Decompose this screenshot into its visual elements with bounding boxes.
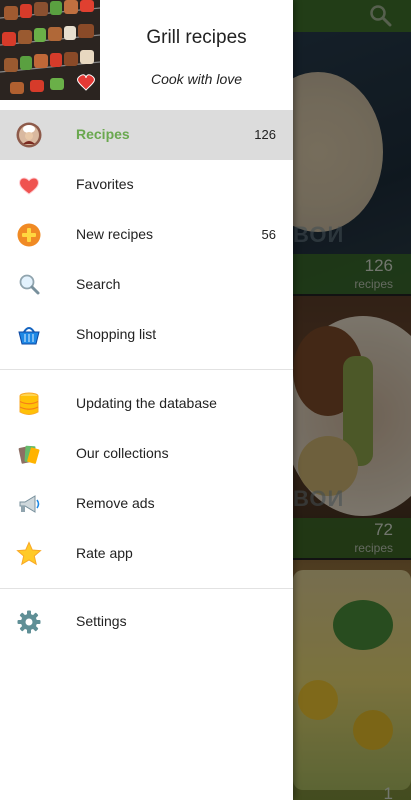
menu-item-count: 56 [261,227,276,242]
menu-item-remove-ads[interactable]: Remove ads [0,479,293,529]
menu-item-label: Recipes [76,126,130,142]
database-icon [19,392,39,415]
basket-icon [18,327,40,345]
menu-item-count: 126 [254,127,276,142]
menu-item-label: Settings [76,613,127,629]
menu-item-label: Our collections [76,445,169,461]
menu-item-label: Search [76,276,121,292]
header-image [0,0,100,100]
menu-divider [0,588,293,589]
menu-item-search[interactable]: Search [0,260,293,310]
megaphone-icon [19,495,40,513]
plus-circle-icon [17,223,41,247]
drawer-header: Grill recipes Cook with love [0,0,293,104]
collections-icon [18,445,40,464]
app-subtitle: Cook with love [150,71,243,87]
menu-item-label: Updating the database [76,395,217,411]
navigation-drawer: Grill recipes Cook with love Recipes 126… [0,0,293,800]
menu-item-label: Favorites [76,176,134,192]
menu-item-new-recipes[interactable]: New recipes 56 [0,210,293,260]
menu-item-label: Shopping list [76,326,157,342]
menu-item-label: Remove ads [76,495,155,511]
menu-item-shopping-list[interactable]: Shopping list [0,310,293,360]
menu-item-label: Rate app [76,545,133,561]
heart-icon [19,177,39,195]
menu-item-label: New recipes [76,226,154,242]
star-icon [16,541,42,566]
chef-icon [16,122,42,148]
menu-item-rate-app[interactable]: Rate app [0,529,293,579]
menu-item-our-collections[interactable]: Our collections [0,429,293,479]
menu-item-favorites[interactable]: Favorites [0,160,293,210]
menu-item-settings[interactable]: Settings [0,597,293,647]
gear-icon [17,610,41,634]
search-icon [19,274,40,295]
app-title: Grill recipes [146,27,247,48]
menu-divider [0,369,293,370]
menu-item-recipes[interactable]: Recipes 126 [0,110,293,160]
menu-item-update-database[interactable]: Updating the database [0,379,293,429]
